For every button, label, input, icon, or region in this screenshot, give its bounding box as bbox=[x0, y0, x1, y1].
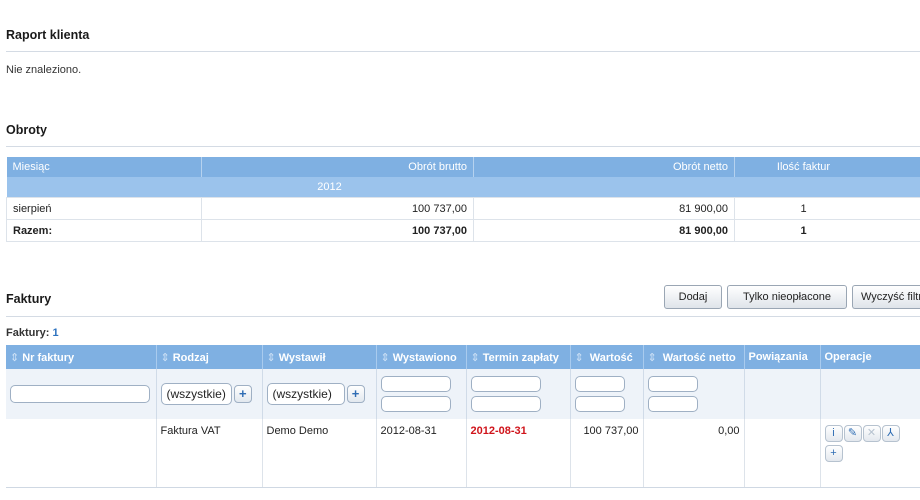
sort-icon: ⇕ bbox=[10, 351, 20, 364]
col-header-nr-faktury[interactable]: ⇕ Nr faktury bbox=[6, 345, 157, 369]
cell-month: sierpień bbox=[6, 197, 202, 220]
wystawiono-to-input[interactable] bbox=[380, 396, 451, 412]
cell-powiazania bbox=[744, 419, 821, 488]
info-icon[interactable]: i bbox=[824, 425, 843, 442]
total-label: Razem: bbox=[6, 219, 202, 242]
wystawiono-from-input[interactable] bbox=[380, 376, 451, 392]
col-header-operacje: Operacje bbox=[820, 345, 920, 369]
table-row: Faktura VAT Demo Demo 2012-08-31 2012-08… bbox=[6, 419, 920, 488]
plus-icon[interactable]: + bbox=[824, 445, 843, 462]
total-brutto: 100 737,00 bbox=[201, 219, 474, 242]
invoices-table: ⇕ Nr faktury ⇕ Rodzaj ⇕ Wystawił ⇕ Wystawion… bbox=[6, 345, 920, 488]
edit-icon[interactable]: ✎ bbox=[843, 425, 862, 442]
sort-icon: ⇕ bbox=[266, 351, 276, 364]
obroty-table: Miesiąc Obrót brutto Obrót netto Ilość f… bbox=[6, 157, 920, 242]
unpaid-only-button[interactable]: Tylko nieopłacone bbox=[727, 285, 847, 309]
add-button[interactable]: Dodaj bbox=[664, 285, 722, 309]
invoice-count-value: 1 bbox=[52, 327, 59, 339]
pdf-icon[interactable]: ⅄ bbox=[881, 425, 900, 442]
separator bbox=[6, 146, 920, 147]
total-row: Razem: 100 737,00 81 900,00 1 bbox=[6, 219, 920, 242]
clear-filters-button[interactable]: Wyczyść filtry bbox=[852, 285, 920, 309]
col-header-obrot-netto: Obrót netto bbox=[473, 157, 735, 177]
cell-count: 1 bbox=[734, 197, 920, 220]
sort-icon: ⇕ bbox=[647, 351, 657, 364]
invoice-count-label: Faktury: bbox=[6, 327, 50, 339]
wartosc-from-input[interactable] bbox=[574, 376, 625, 392]
wartosc-to-input[interactable] bbox=[574, 396, 625, 412]
cell-nr-faktury bbox=[6, 419, 157, 488]
raport-title: Raport klienta bbox=[6, 28, 90, 42]
col-header-wartosc-netto[interactable]: ⇕ Wartość netto bbox=[643, 345, 745, 369]
cell-brutto: 100 737,00 bbox=[201, 197, 474, 220]
col-header-wartosc[interactable]: ⇕ Wartość bbox=[570, 345, 644, 369]
year-group-row: 2012 bbox=[6, 177, 920, 198]
obroty-title: Obroty bbox=[6, 123, 47, 137]
cell-rodzaj: Faktura VAT bbox=[156, 419, 263, 488]
cell-wartosc-netto: 0,00 bbox=[643, 419, 745, 488]
sort-icon: ⇕ bbox=[160, 351, 170, 364]
total-count: 1 bbox=[734, 219, 920, 242]
cell-wartosc: 100 737,00 bbox=[570, 419, 644, 488]
cell-termin-zaplaty: 2012-08-31 bbox=[466, 419, 571, 488]
total-netto: 81 900,00 bbox=[473, 219, 735, 242]
col-header-rodzaj[interactable]: ⇕ Rodzaj bbox=[156, 345, 263, 369]
rodzaj-filter-select[interactable]: (wszystkie) bbox=[160, 383, 232, 405]
cell-wystawiono: 2012-08-31 bbox=[376, 419, 467, 488]
col-header-wystawiono[interactable]: ⇕ Wystawiono bbox=[376, 345, 467, 369]
cell-netto: 81 900,00 bbox=[473, 197, 735, 220]
netto-from-input[interactable] bbox=[647, 376, 698, 392]
rodzaj-add-button[interactable]: + bbox=[233, 385, 252, 403]
cell-wystawil: Demo Demo bbox=[262, 419, 377, 488]
raport-message: Nie znaleziono. bbox=[6, 64, 82, 76]
faktury-title: Faktury bbox=[6, 292, 52, 306]
col-header-ilosc-faktur: Ilość faktur bbox=[734, 157, 920, 177]
col-header-termin-zaplaty[interactable]: ⇕ Termin zapłaty bbox=[466, 345, 571, 369]
delete-icon[interactable]: ✕ bbox=[862, 425, 881, 442]
nr-faktury-filter-input[interactable] bbox=[10, 385, 150, 403]
sort-icon: ⇕ bbox=[470, 351, 480, 364]
separator bbox=[6, 51, 920, 52]
filter-row: (wszystkie) + (wszystkie) + bbox=[6, 369, 920, 419]
col-header-obrot-brutto: Obrót brutto bbox=[201, 157, 474, 177]
netto-to-input[interactable] bbox=[647, 396, 698, 412]
col-header-wystawil[interactable]: ⇕ Wystawił bbox=[262, 345, 377, 369]
col-header-powiazania: Powiązania bbox=[744, 345, 821, 369]
invoice-count: Faktury: 1 bbox=[6, 327, 59, 339]
col-header-miesiac: Miesiąc bbox=[6, 157, 202, 177]
cell-operacje: i ✎ ✕ ⅄ + bbox=[820, 419, 920, 488]
sort-icon: ⇕ bbox=[574, 351, 584, 364]
sort-icon: ⇕ bbox=[380, 351, 390, 364]
wystawil-add-button[interactable]: + bbox=[346, 385, 365, 403]
termin-from-input[interactable] bbox=[470, 376, 541, 392]
wystawil-filter-select[interactable]: (wszystkie) bbox=[266, 383, 345, 405]
separator bbox=[6, 316, 920, 317]
termin-to-input[interactable] bbox=[470, 396, 541, 412]
table-row: sierpień 100 737,00 81 900,00 1 bbox=[6, 197, 920, 220]
